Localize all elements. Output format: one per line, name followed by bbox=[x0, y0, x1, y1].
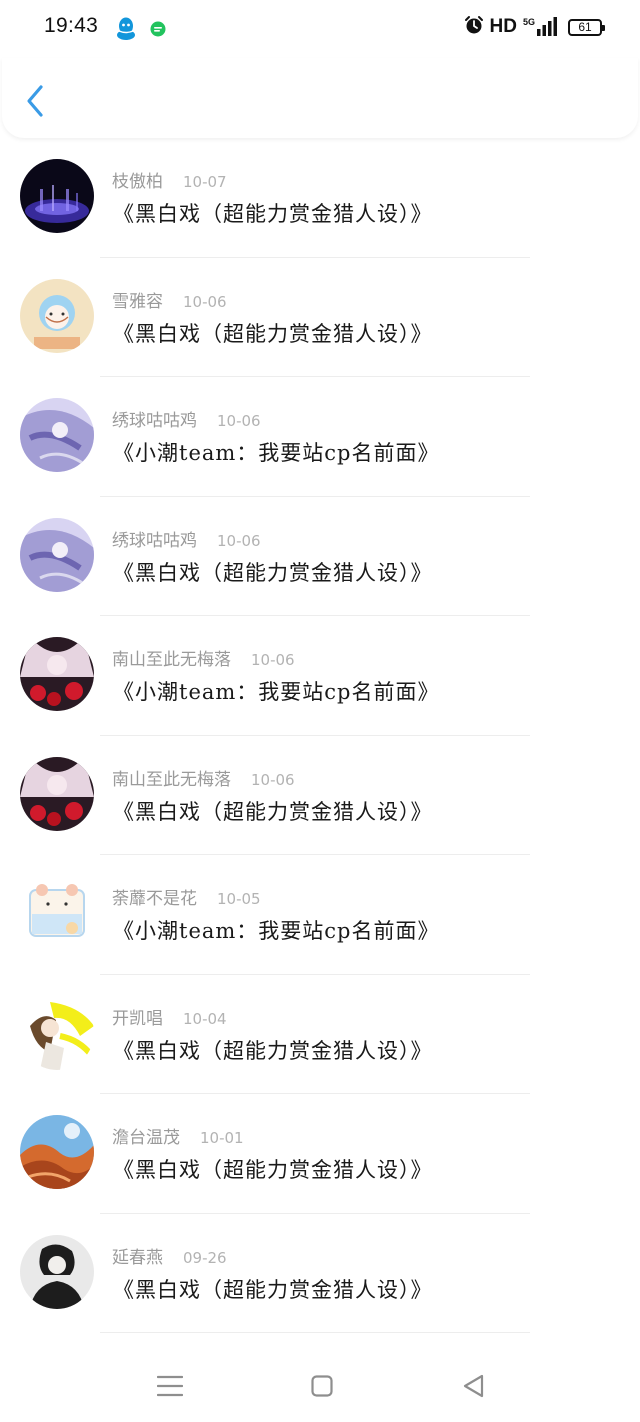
menu-button[interactable] bbox=[150, 1366, 190, 1406]
work-title[interactable]: 《黑白戏（超能力赏金猎人设）》 bbox=[113, 198, 433, 228]
comment-date: 10-06 bbox=[183, 292, 227, 311]
back-button[interactable] bbox=[18, 82, 52, 120]
comment-date: 10-04 bbox=[183, 1009, 227, 1028]
user-name[interactable]: 开凯唱 bbox=[112, 1009, 163, 1029]
comment-date: 10-05 bbox=[217, 890, 261, 908]
avatar[interactable] bbox=[20, 1234, 94, 1309]
user-name[interactable]: 南山至此无梅落 bbox=[112, 650, 231, 670]
work-title[interactable]: 《小潮team：我要站cp名前面》 bbox=[113, 676, 440, 706]
user-name[interactable]: 延春燕 bbox=[112, 1248, 163, 1268]
list-item[interactable]: 开凯唱 10-04 《黑白戏（超能力赏金猎人设）》 bbox=[0, 975, 640, 1094]
avatar[interactable] bbox=[20, 159, 94, 233]
comment-meta: 绣球咕咕鸡 10-06 bbox=[112, 526, 261, 551]
home-button[interactable] bbox=[302, 1366, 342, 1406]
work-title[interactable]: 《黑白戏（超能力赏金猎人设）》 bbox=[113, 318, 433, 348]
list-item[interactable]: 南山至此无梅落 10-06 《小潮team：我要站cp名前面》 bbox=[0, 616, 640, 736]
comment-list: 枝傲柏 10-07 《黑白戏（超能力赏金猎人设）》 雪雅容 10-06 《黑白戏（超… bbox=[0, 138, 640, 1333]
comment-meta: 澹台温茂 10-01 bbox=[112, 1123, 244, 1148]
comment-date: 10-06 bbox=[251, 770, 295, 789]
user-name[interactable]: 荼蘼不是花 bbox=[112, 889, 197, 909]
work-title[interactable]: 《黑白戏（超能力赏金猎人设）》 bbox=[113, 1274, 433, 1304]
comment-date: 10-07 bbox=[183, 173, 227, 191]
comment-meta: 枝傲柏 10-07 bbox=[112, 167, 227, 192]
chevron-left-icon bbox=[27, 85, 43, 117]
qq-icon bbox=[116, 17, 136, 45]
comment-meta: 南山至此无梅落 10-06 bbox=[112, 645, 295, 670]
user-name[interactable]: 枝傲柏 bbox=[112, 172, 163, 192]
work-title[interactable]: 《小潮team：我要站cp名前面》 bbox=[113, 437, 440, 467]
work-title[interactable]: 《黑白戏（超能力赏金猎人设）》 bbox=[113, 796, 433, 826]
comment-meta: 延春燕 09-26 bbox=[112, 1243, 227, 1268]
signal-type-label: 5G bbox=[522, 17, 535, 27]
list-item[interactable]: 绣球咕咕鸡 10-06 《小潮team：我要站cp名前面》 bbox=[0, 377, 640, 497]
home-icon bbox=[311, 1375, 333, 1397]
signal-icon: 5G bbox=[523, 17, 558, 37]
comment-meta: 荼蘼不是花 10-05 bbox=[112, 884, 261, 909]
work-title[interactable]: 《小潮team：我要站cp名前面》 bbox=[113, 915, 440, 945]
status-bar: 19:43 HD 5G 61 bbox=[0, 0, 640, 58]
top-nav-header bbox=[2, 58, 638, 138]
work-title[interactable]: 《黑白戏（超能力赏金猎人设）》 bbox=[113, 1154, 433, 1184]
avatar[interactable] bbox=[20, 278, 94, 353]
list-item[interactable]: 延春燕 09-26 《黑白戏（超能力赏金猎人设）》 bbox=[0, 1214, 640, 1333]
back-icon bbox=[463, 1374, 484, 1398]
user-name[interactable]: 南山至此无梅落 bbox=[112, 770, 231, 790]
list-item[interactable]: 雪雅容 10-06 《黑白戏（超能力赏金猎人设）》 bbox=[0, 258, 640, 377]
notification-icons bbox=[116, 17, 166, 45]
list-item[interactable]: 南山至此无梅落 10-06 《黑白戏（超能力赏金猎人设）》 bbox=[0, 736, 640, 855]
network-label: HD bbox=[489, 16, 517, 37]
alarm-icon bbox=[464, 15, 484, 39]
system-back-button[interactable] bbox=[454, 1366, 494, 1406]
avatar[interactable] bbox=[20, 637, 94, 711]
avatar[interactable] bbox=[20, 756, 94, 831]
comment-meta: 南山至此无梅落 10-06 bbox=[112, 765, 295, 790]
comment-date: 10-06 bbox=[251, 651, 295, 669]
divider bbox=[100, 1332, 530, 1333]
work-title[interactable]: 《黑白戏（超能力赏金猎人设）》 bbox=[113, 557, 433, 587]
avatar[interactable] bbox=[20, 876, 94, 950]
list-item[interactable]: 荼蘼不是花 10-05 《小潮team：我要站cp名前面》 bbox=[0, 855, 640, 975]
comment-meta: 绣球咕咕鸡 10-06 bbox=[112, 406, 261, 431]
avatar[interactable] bbox=[20, 1115, 94, 1189]
comment-date: 10-06 bbox=[217, 531, 261, 550]
work-title[interactable]: 《黑白戏（超能力赏金猎人设）》 bbox=[113, 1035, 433, 1065]
user-name[interactable]: 雪雅容 bbox=[112, 292, 163, 312]
menu-icon bbox=[157, 1375, 183, 1397]
comment-date: 10-01 bbox=[200, 1129, 244, 1147]
list-item[interactable]: 枝傲柏 10-07 《黑白戏（超能力赏金猎人设）》 bbox=[0, 138, 640, 258]
avatar[interactable] bbox=[20, 995, 94, 1070]
user-name[interactable]: 澹台温茂 bbox=[112, 1128, 180, 1148]
list-item[interactable]: 澹台温茂 10-01 《黑白戏（超能力赏金猎人设）》 bbox=[0, 1094, 640, 1214]
comment-date: 10-06 bbox=[217, 412, 261, 430]
avatar[interactable] bbox=[20, 517, 94, 592]
wechat-icon bbox=[150, 21, 166, 41]
comment-date: 09-26 bbox=[183, 1248, 227, 1267]
system-nav-bar bbox=[0, 1348, 640, 1422]
status-time: 19:43 bbox=[44, 14, 99, 37]
comment-meta: 开凯唱 10-04 bbox=[112, 1004, 227, 1029]
battery-icon: 61 bbox=[568, 18, 605, 36]
user-name[interactable]: 绣球咕咕鸡 bbox=[112, 531, 197, 551]
comment-meta: 雪雅容 10-06 bbox=[112, 287, 227, 312]
list-item[interactable]: 绣球咕咕鸡 10-06 《黑白戏（超能力赏金猎人设）》 bbox=[0, 497, 640, 616]
user-name[interactable]: 绣球咕咕鸡 bbox=[112, 411, 197, 431]
status-right-icons: HD 5G 61 bbox=[464, 15, 605, 39]
avatar[interactable] bbox=[20, 398, 94, 472]
